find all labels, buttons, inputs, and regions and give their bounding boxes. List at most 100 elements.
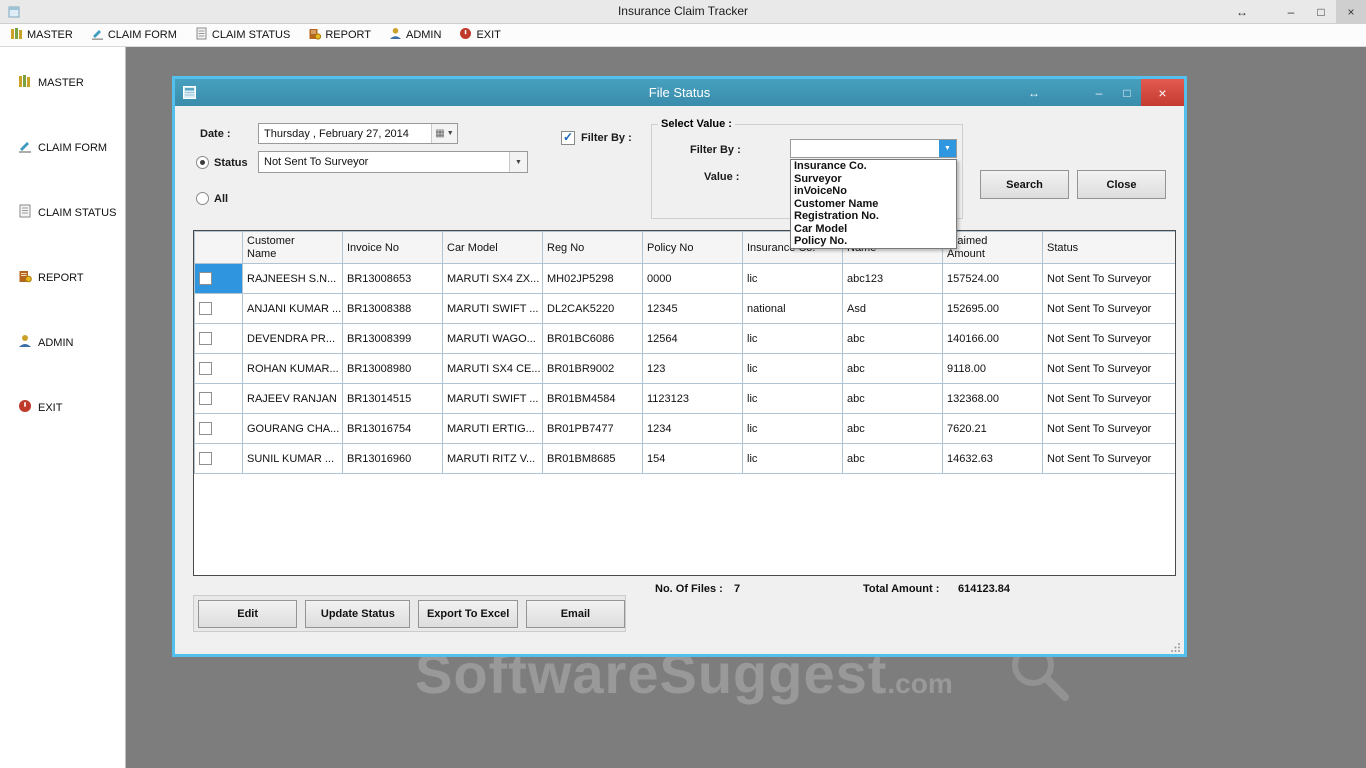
cell-policy-no: 123	[643, 354, 743, 384]
maximize-button[interactable]: □	[1306, 0, 1336, 23]
sidebar-item-claim-status[interactable]: CLAIM STATUS	[18, 204, 116, 221]
row-select-cell[interactable]	[195, 354, 243, 384]
dropdown-option[interactable]: Policy No.	[791, 235, 956, 248]
sidebar-item-claim-form[interactable]: CLAIM FORM	[18, 139, 107, 156]
sidebar-item-label: REPORT	[38, 272, 84, 284]
close-button[interactable]: ×	[1336, 0, 1366, 23]
dropdown-option[interactable]: Surveyor	[791, 173, 956, 186]
sidebar-item-report[interactable]: REPORT	[18, 269, 84, 286]
cell-status: Not Sent To Surveyor	[1043, 324, 1177, 354]
action-button-strip: Edit Update Status Export To Excel Email	[193, 595, 626, 632]
cell-surveyor-name: abc	[843, 414, 943, 444]
email-button[interactable]: Email	[526, 600, 625, 628]
col-header-customer-name[interactable]: Customer Name	[243, 232, 343, 264]
dialog-arrows-icon[interactable]: ↔	[1013, 79, 1055, 106]
table-row[interactable]: RAJEEV RANJANBR13014515MARUTI SWIFT ...B…	[195, 384, 1177, 414]
menu-item-exit[interactable]: EXIT	[459, 27, 500, 43]
filter-dropdown-list: Insurance Co.SurveyorinVoiceNoCustomer N…	[790, 159, 957, 249]
col-header-status[interactable]: Status	[1043, 232, 1177, 264]
cell-reg-no: BR01BM8685	[543, 444, 643, 474]
col-header-invoice-no[interactable]: Invoice No	[343, 232, 443, 264]
table-row[interactable]: GOURANG CHA...BR13016754MARUTI ERTIG...B…	[195, 414, 1177, 444]
dialog-titlebar[interactable]: File Status ↔ – □ ×	[175, 79, 1184, 106]
select-all-header[interactable]	[195, 232, 243, 264]
cell-customer-name: DEVENDRA PR...	[243, 324, 343, 354]
app-titlebar[interactable]: Insurance Claim Tracker ↔ – □ ×	[0, 0, 1366, 24]
cell-reg-no: BR01BC6086	[543, 324, 643, 354]
menu-item-label: CLAIM FORM	[108, 29, 177, 41]
row-checkbox[interactable]	[199, 452, 212, 465]
date-label: Date :	[200, 128, 231, 140]
row-select-cell[interactable]	[195, 384, 243, 414]
row-select-cell[interactable]	[195, 294, 243, 324]
power-icon	[459, 27, 472, 43]
table-row[interactable]: RAJNEESH S.N...BR13008653MARUTI SX4 ZX..…	[195, 264, 1177, 294]
minimize-button[interactable]: –	[1276, 0, 1306, 23]
filter-by-checkbox-label: Filter By :	[581, 132, 632, 144]
row-checkbox[interactable]	[199, 392, 212, 405]
update-status-button[interactable]: Update Status	[305, 600, 410, 628]
col-header-reg-no[interactable]: Reg No	[543, 232, 643, 264]
clipboard-icon	[195, 27, 208, 43]
total-amount-value: 614123.84	[958, 583, 1010, 595]
cell-insurance-co: lic	[743, 444, 843, 474]
search-button[interactable]: Search	[980, 170, 1069, 199]
col-header-policy-no[interactable]: Policy No	[643, 232, 743, 264]
sidebar-item-master[interactable]: MASTER	[18, 74, 84, 91]
menu-item-admin[interactable]: ADMIN	[389, 27, 441, 43]
dialog-close-button[interactable]: ×	[1141, 79, 1184, 106]
cell-reg-no: DL2CAK5220	[543, 294, 643, 324]
row-checkbox[interactable]	[199, 422, 212, 435]
menu-item-label: REPORT	[325, 29, 371, 41]
all-radio[interactable]	[196, 192, 209, 205]
row-select-cell[interactable]	[195, 264, 243, 294]
row-checkbox[interactable]	[199, 332, 212, 345]
table-row[interactable]: SUNIL KUMAR ...BR13016960MARUTI RITZ V..…	[195, 444, 1177, 474]
filter-by-checkbox[interactable]	[561, 131, 575, 145]
resize-grip[interactable]	[1170, 642, 1181, 656]
cell-customer-name: GOURANG CHA...	[243, 414, 343, 444]
menu-item-report[interactable]: REPORT	[308, 27, 371, 43]
table-row[interactable]: ROHAN KUMAR...BR13008980MARUTI SX4 CE...…	[195, 354, 1177, 384]
status-dropdown[interactable]: Not Sent To Surveyor ▼	[258, 151, 528, 173]
table-row[interactable]: DEVENDRA PR...BR13008399MARUTI WAGO...BR…	[195, 324, 1177, 354]
col-header-claimed-amount[interactable]: Claimed Amount	[943, 232, 1043, 264]
col-header-car-model[interactable]: Car Model	[443, 232, 543, 264]
row-checkbox[interactable]	[199, 272, 212, 285]
close-dialog-button[interactable]: Close	[1077, 170, 1166, 199]
cell-status: Not Sent To Surveyor	[1043, 444, 1177, 474]
date-picker[interactable]: Thursday , February 27, 2014 ▦▼	[258, 123, 458, 144]
menu-item-master[interactable]: MASTER	[10, 27, 73, 43]
dropdown-option[interactable]: inVoiceNo	[791, 185, 956, 198]
chevron-down-icon[interactable]: ▼	[939, 140, 956, 157]
row-select-cell[interactable]	[195, 414, 243, 444]
dropdown-option[interactable]: Registration No.	[791, 210, 956, 223]
dropdown-option[interactable]: Insurance Co.	[791, 160, 956, 173]
cell-policy-no: 154	[643, 444, 743, 474]
row-checkbox[interactable]	[199, 362, 212, 375]
sidebar-item-exit[interactable]: EXIT	[18, 399, 62, 416]
cell-claimed-amount: 140166.00	[943, 324, 1043, 354]
menubar: MASTER CLAIM FORM CLAIM STATUS REPORT AD…	[0, 24, 1366, 47]
cell-invoice-no: BR13008399	[343, 324, 443, 354]
dropdown-option[interactable]: Car Model	[791, 223, 956, 236]
dialog-maximize-button[interactable]: □	[1113, 79, 1141, 106]
sidebar-item-admin[interactable]: ADMIN	[18, 334, 73, 351]
window-arrows-icon[interactable]: ↔	[1222, 0, 1262, 23]
row-select-cell[interactable]	[195, 324, 243, 354]
row-select-cell[interactable]	[195, 444, 243, 474]
menu-item-label: MASTER	[27, 29, 73, 41]
menu-item-claim-status[interactable]: CLAIM STATUS	[195, 27, 290, 43]
filter-by-combo[interactable]: ▼	[790, 139, 957, 158]
status-dropdown-value: Not Sent To Surveyor	[259, 156, 509, 168]
edit-button[interactable]: Edit	[198, 600, 297, 628]
dropdown-option[interactable]: Customer Name	[791, 198, 956, 211]
table-row[interactable]: ANJANI KUMAR ...BR13008388MARUTI SWIFT .…	[195, 294, 1177, 324]
calendar-icon[interactable]: ▦▼	[431, 124, 457, 143]
export-to-excel-button[interactable]: Export To Excel	[418, 600, 517, 628]
menu-item-claim-form[interactable]: CLAIM FORM	[91, 27, 177, 43]
status-radio[interactable]	[196, 156, 209, 169]
desktop-canvas: SoftwareSuggest.com File Status ↔ – □ × …	[127, 47, 1366, 768]
dialog-minimize-button[interactable]: –	[1085, 79, 1113, 106]
row-checkbox[interactable]	[199, 302, 212, 315]
